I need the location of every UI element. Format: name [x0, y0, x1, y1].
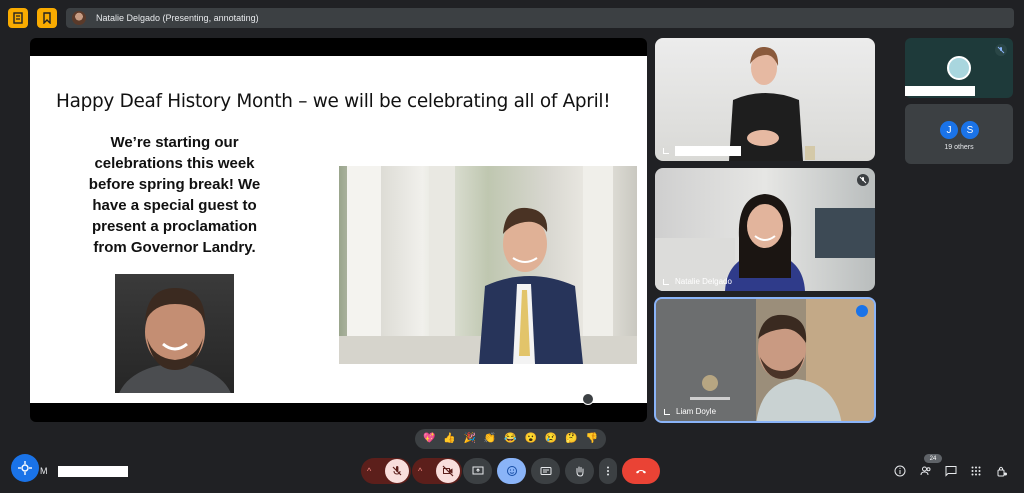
redacted-name	[675, 146, 741, 156]
chat-icon	[945, 466, 957, 477]
chat-button[interactable]	[943, 463, 959, 479]
pin-icon	[664, 408, 670, 415]
camera-toggle-button[interactable]	[436, 459, 460, 483]
self-tile[interactable]	[905, 38, 1013, 98]
presentation-stage[interactable]: Happy Deaf History Month – we will be ce…	[30, 38, 647, 422]
participant-tile-interpreter[interactable]	[655, 38, 875, 161]
reaction-heart[interactable]: 💖	[423, 434, 435, 444]
guest-photo	[115, 274, 234, 393]
reaction-clap[interactable]: 👏	[484, 434, 496, 444]
info-icon	[894, 465, 906, 477]
mic-off-icon	[392, 466, 402, 476]
reactions-bar: 💖 👍 🎉 👏 😂 😮 😢 🤔 👎	[415, 429, 606, 449]
slide-body-line: have a special guest to	[92, 197, 257, 214]
slide-body-line: celebrations this week	[94, 155, 255, 172]
presenting-bar[interactable]: Natalie Delgado (Presenting, annotating)	[66, 8, 1014, 28]
others-avatar: S	[960, 120, 980, 140]
participant-name: Natalie Delgado	[675, 277, 732, 286]
captions-icon	[540, 467, 551, 475]
speaking-indicator-icon	[856, 305, 868, 317]
presenting-label: Natalie Delgado (Presenting, annotating)	[96, 13, 259, 23]
people-button[interactable]	[918, 463, 934, 479]
meet-window: Natalie Delgado (Presenting, annotating)…	[0, 0, 1024, 493]
reaction-surprised[interactable]: 😮	[525, 434, 537, 444]
reaction-thumbs-down[interactable]: 👎	[586, 434, 598, 444]
slide-body-line: present a proclamation	[91, 218, 258, 235]
reaction-party[interactable]: 🎉	[464, 434, 476, 444]
mic-control-group: ^	[361, 458, 411, 484]
camera-control-group: ^	[412, 458, 462, 484]
muted-icon	[995, 44, 1007, 56]
hang-up-icon	[636, 470, 646, 474]
others-avatar: J	[939, 120, 959, 140]
natalie-video	[655, 194, 875, 291]
camera-off-icon	[442, 465, 454, 477]
liam-video	[656, 299, 874, 421]
slide: Happy Deaf History Month – we will be ce…	[30, 56, 647, 403]
notes-icon	[13, 12, 23, 24]
participant-name: Liam Doyle	[676, 407, 717, 416]
others-tile[interactable]: J S 19 others	[905, 104, 1013, 164]
lock-person-icon	[997, 466, 1007, 477]
slide-body-line: before spring break! We	[88, 176, 261, 193]
governor-photo	[339, 166, 637, 364]
pin-icon	[663, 148, 669, 154]
meeting-time-prefix: M	[40, 466, 48, 476]
captions-button[interactable]	[531, 458, 560, 484]
leave-call-button[interactable]	[622, 458, 660, 484]
host-controls-button[interactable]	[994, 463, 1010, 479]
chevron-up-icon[interactable]: ^	[418, 466, 422, 476]
people-icon	[920, 466, 931, 476]
present-icon	[472, 466, 483, 475]
participant-tile-natalie[interactable]: Natalie Delgado	[655, 168, 875, 291]
bookmark-icon	[43, 12, 51, 24]
reaction-thinking[interactable]: 🤔	[565, 434, 577, 444]
interpreter-video	[729, 46, 815, 161]
people-count-badge: 24	[924, 454, 942, 463]
emoji-icon	[506, 466, 517, 476]
sparkle-icon	[18, 461, 32, 475]
present-mode-button[interactable]	[37, 8, 57, 28]
self-avatar	[947, 56, 971, 80]
meeting-details-button[interactable]	[892, 463, 908, 479]
tile-name: Natalie Delgado	[663, 277, 732, 286]
participant-tile-liam[interactable]: Liam Doyle	[654, 297, 876, 423]
presenter-avatar	[72, 11, 86, 25]
slide-body-line: We’re starting our	[110, 134, 239, 151]
slide-title: Happy Deaf History Month – we will be ce…	[56, 90, 611, 112]
reaction-laugh[interactable]: 😂	[504, 434, 516, 444]
mic-toggle-button[interactable]	[385, 459, 409, 483]
annotation-control-button[interactable]	[582, 393, 594, 405]
meeting-code-redacted	[58, 466, 128, 477]
tile-name: Liam Doyle	[664, 407, 716, 416]
activities-button[interactable]	[968, 463, 984, 479]
more-options-button[interactable]	[599, 458, 617, 484]
raise-hand-button[interactable]	[565, 458, 594, 484]
muted-icon	[857, 174, 869, 186]
others-label: 19 others	[944, 144, 974, 151]
tile-name	[663, 146, 741, 156]
chevron-up-icon[interactable]: ^	[367, 466, 371, 476]
hand-icon	[576, 466, 583, 477]
apps-grid-icon	[971, 466, 981, 476]
notes-button[interactable]	[8, 8, 28, 28]
pin-icon	[663, 278, 669, 285]
reactions-button[interactable]	[497, 458, 526, 484]
companion-button[interactable]	[11, 454, 39, 482]
slide-body: We’re starting our celebrations this wee…	[78, 132, 271, 258]
present-screen-button[interactable]	[463, 458, 492, 484]
slide-body-line: from Governor Landry.	[93, 239, 256, 256]
more-vert-icon	[607, 466, 609, 476]
redacted-name	[905, 86, 975, 96]
reaction-sad[interactable]: 😢	[545, 434, 557, 444]
reaction-thumbs-up[interactable]: 👍	[443, 434, 455, 444]
